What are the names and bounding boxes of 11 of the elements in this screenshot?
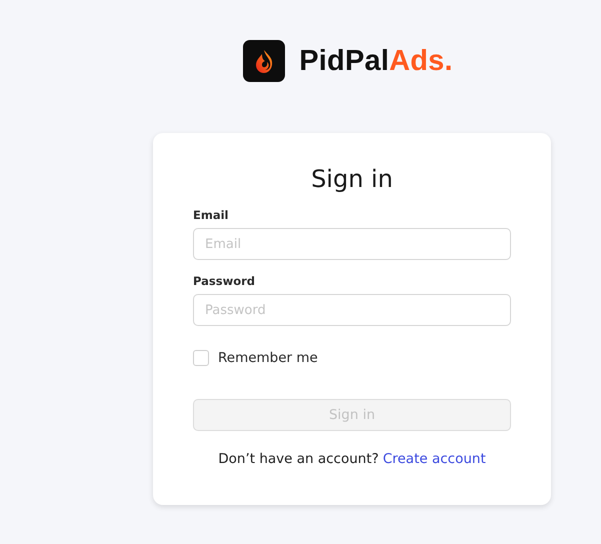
flame-logo-icon <box>243 40 286 82</box>
input-field[interactable]: Email <box>193 228 511 260</box>
brand-wordmark: PidPalAds. <box>299 44 453 78</box>
signup-prompt: Don’t have an account? <box>218 451 379 467</box>
checkbox-label: Remember me <box>218 350 318 366</box>
input-field[interactable]: Password <box>193 294 511 326</box>
field-label: Email <box>193 208 230 222</box>
card-title: Sign in <box>310 164 394 195</box>
remember-checkbox[interactable] <box>193 350 209 366</box>
create-account-link[interactable]: Create account <box>382 451 486 467</box>
field-label: Password <box>193 274 256 288</box>
